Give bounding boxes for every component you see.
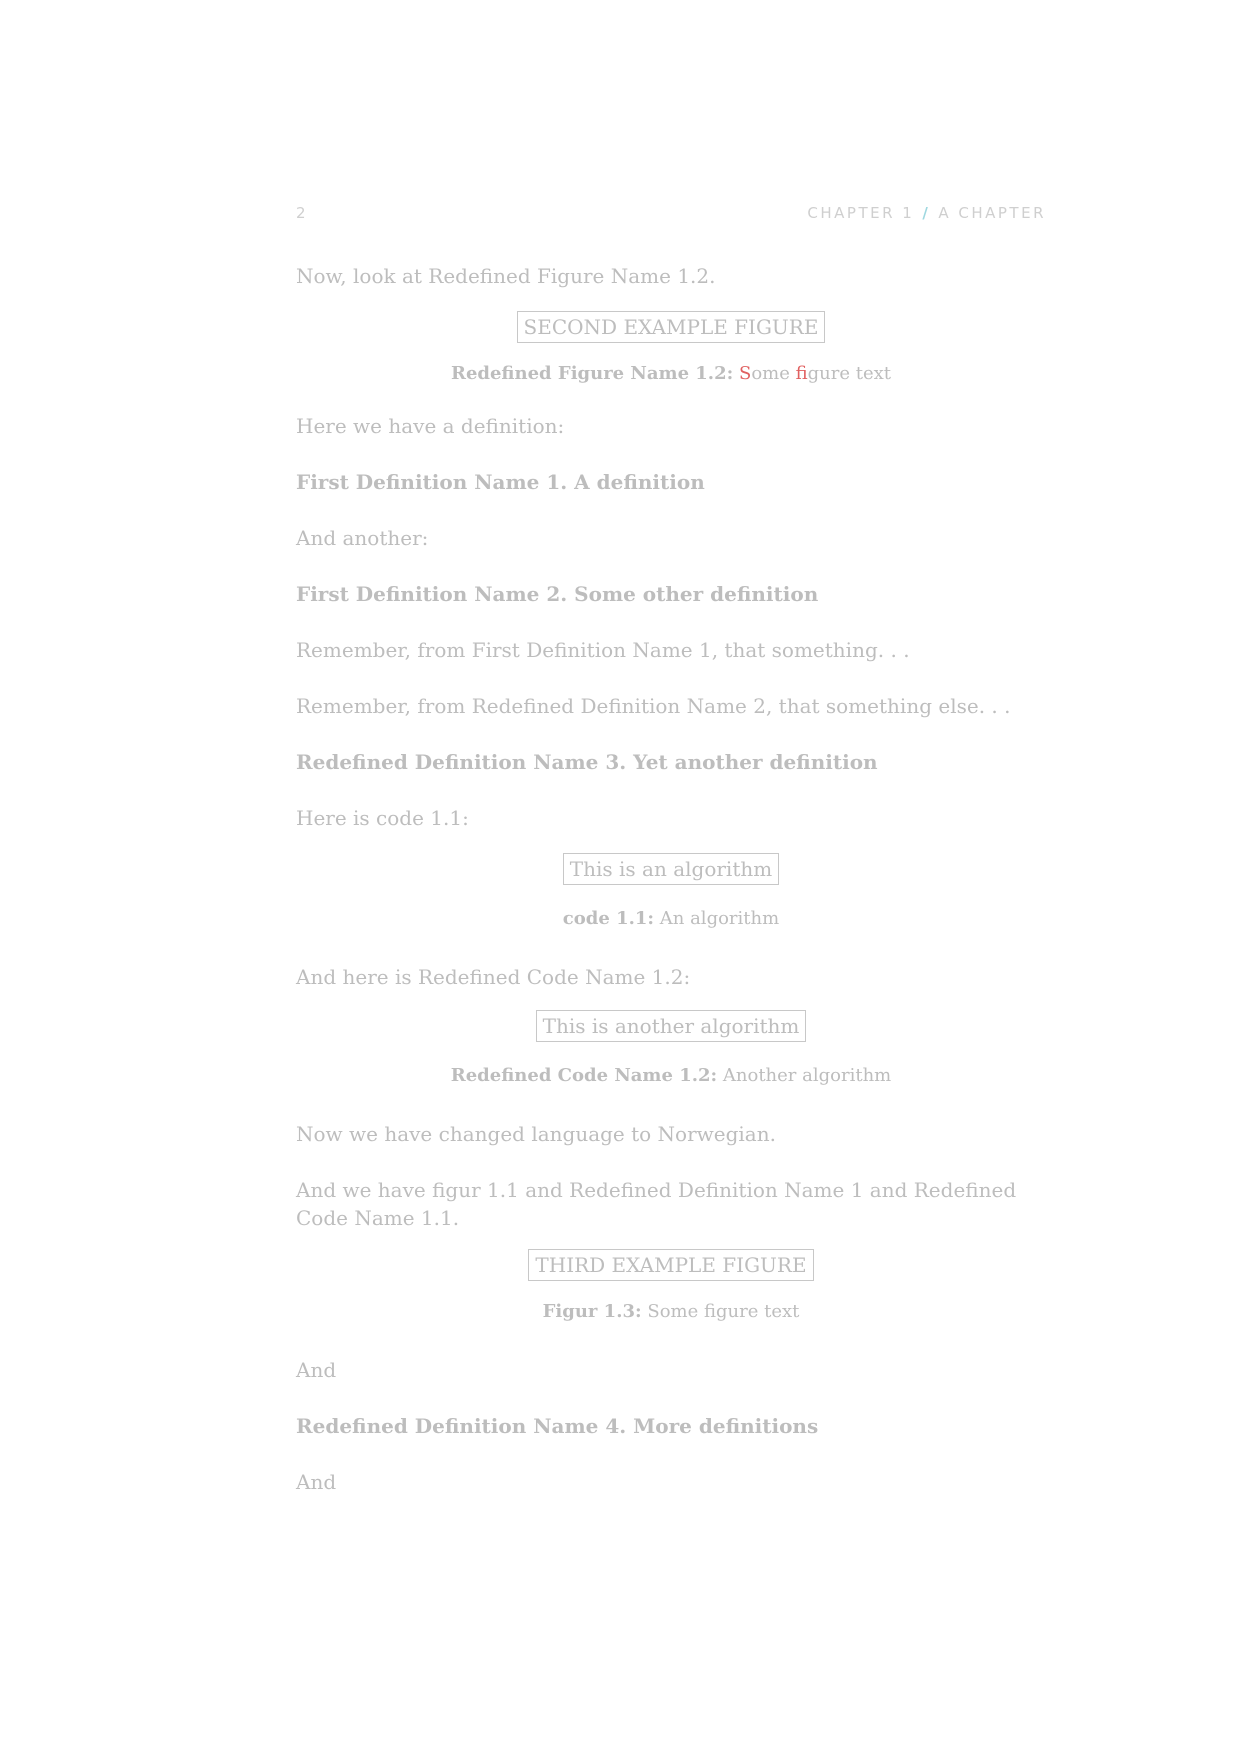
header-separator: / [922,204,931,222]
paragraph: Now we have changed language to Norwegia… [296,1122,776,1146]
definition-heading: First Definition Name 1. A definition [296,470,705,494]
definition-heading: Redefined Definition Name 3. Yet another… [296,750,878,774]
caption-text: An algorithm [659,908,780,929]
figure-box: THIRD EXAMPLE FIGURE [296,1249,1046,1281]
caption-text: Another algorithm [722,1065,892,1086]
figure-caption: Figur 1.3: Some figure text [296,1298,1046,1326]
caption-text: ome [751,363,796,384]
figure-box: SECOND EXAMPLE FIGURE [296,311,1046,343]
chapter-title: A CHAPTER [938,204,1046,222]
chapter-label: CHAPTER 1 [807,204,915,222]
caption-label: Redefined Figure Name 1.2: [450,363,734,384]
paragraph: And [296,1358,337,1382]
paragraph: And here is Redefined Code Name 1.2: [296,965,691,989]
paragraph: And another: [296,526,429,550]
caption-highlight: fi [795,363,808,384]
code-content: This is another algorithm [535,1010,807,1042]
running-header: 2 CHAPTER 1 / A CHAPTER [296,204,1046,228]
caption-highlight: S [738,363,752,384]
caption-label: Figur 1.3: [542,1301,642,1322]
code-caption: Redefined Code Name 1.2: Another algorit… [296,1062,1046,1090]
definition-heading: Redefined Definition Name 4. More defini… [296,1414,819,1438]
paragraph: Here is code 1.1: [296,806,469,830]
figure-content: THIRD EXAMPLE FIGURE [528,1249,814,1281]
caption-text: gure text [807,363,891,384]
paragraph: Remember, from First Definition Name 1, … [296,638,910,662]
caption-text: Some figure text [647,1301,800,1322]
code-box: This is another algorithm [296,1010,1046,1042]
code-caption: code 1.1: An algorithm [296,905,1046,933]
paragraph: Now, look at Redefined Figure Name 1.2. [296,264,716,288]
figure-caption: Redefined Figure Name 1.2: Some figure t… [296,360,1046,388]
document-page: 2 CHAPTER 1 / A CHAPTER Now, look at Redef… [296,0,1046,1754]
figure-content: SECOND EXAMPLE FIGURE [516,311,826,343]
code-content: This is an algorithm [562,853,780,885]
paragraph: And we have figur 1.1 and Redefined Defi… [296,1178,1017,1230]
caption-label: Redefined Code Name 1.2: [450,1065,718,1086]
paragraph: And [296,1470,337,1494]
caption-label: code 1.1: [562,908,655,929]
definition-heading: First Definition Name 2. Some other defi… [296,582,819,606]
paragraph: Here we have a definition: [296,414,565,438]
code-box: This is an algorithm [296,853,1046,885]
page-number: 2 [296,204,309,222]
paragraph: Remember, from Redefined Definition Name… [296,694,1011,718]
chapter-heading: CHAPTER 1 / A CHAPTER [807,204,1046,222]
